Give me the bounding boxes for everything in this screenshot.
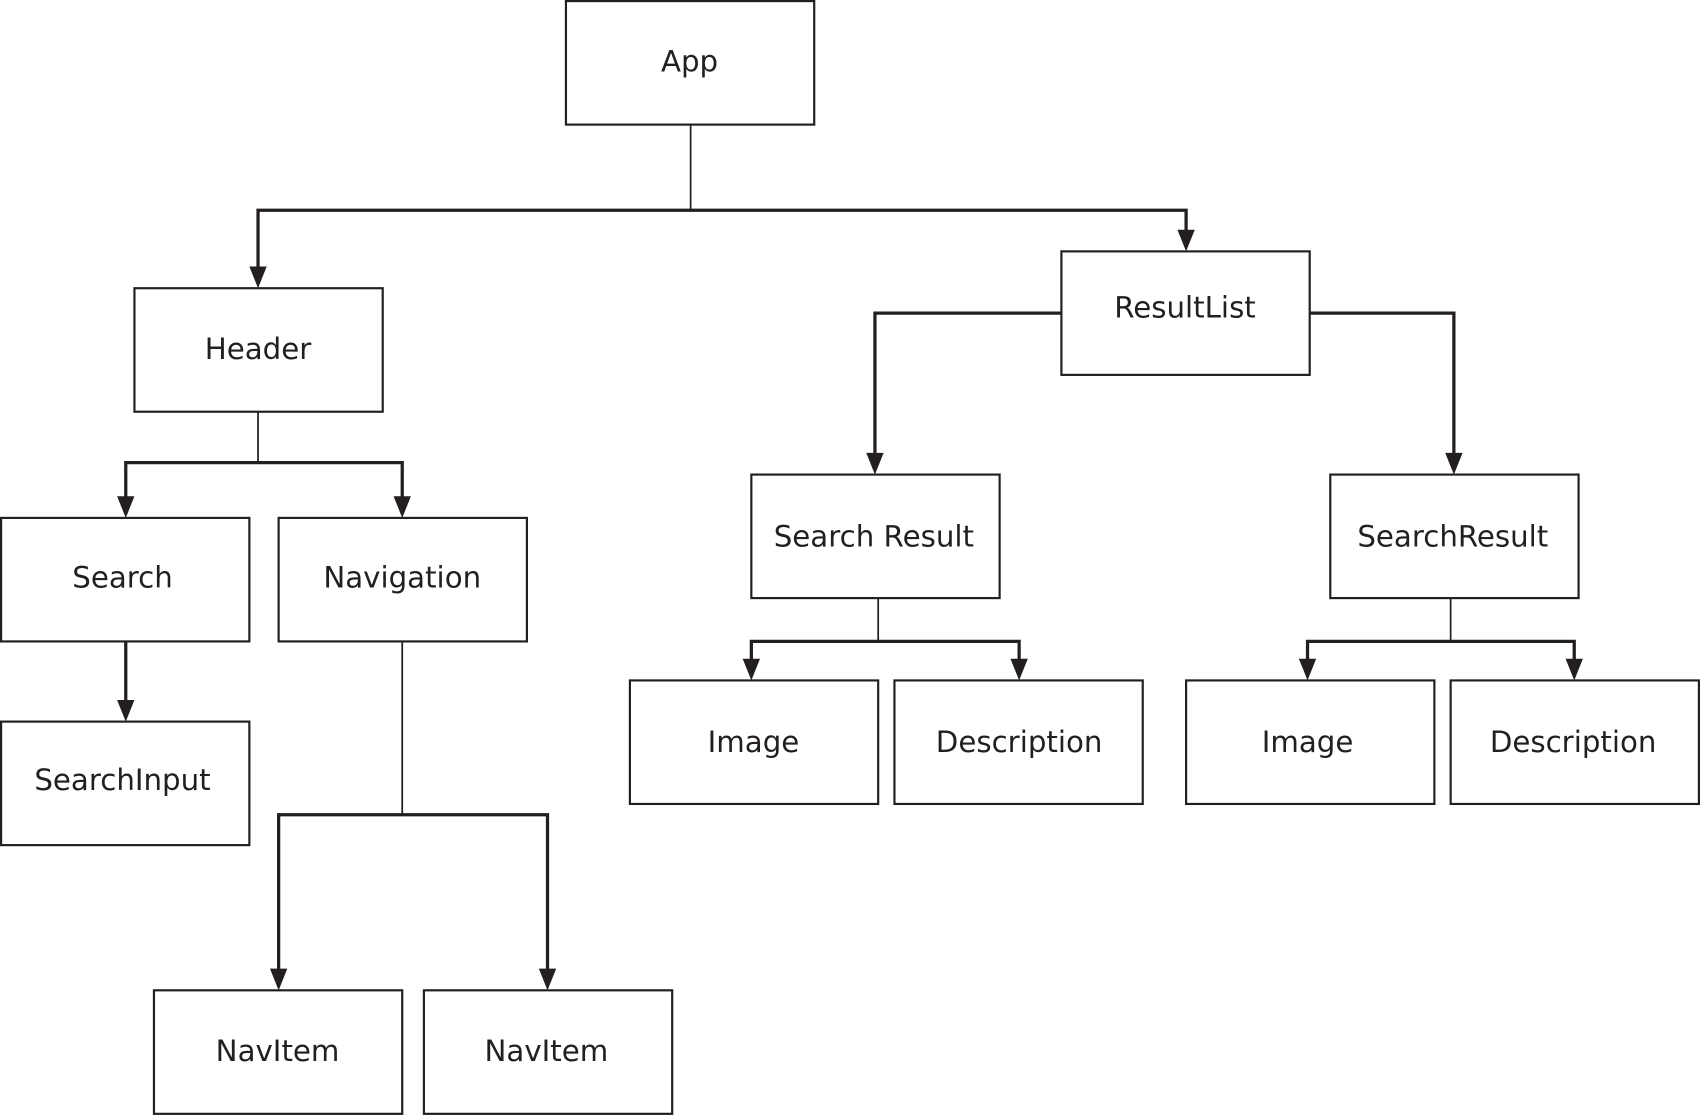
node-resultlist-label: ResultList xyxy=(1114,291,1256,325)
arrowhead-image-1 xyxy=(742,658,761,681)
node-searchresult-2-label: SearchResult xyxy=(1357,519,1548,553)
node-description-1-label: Description xyxy=(936,725,1103,759)
node-search-label: Search xyxy=(72,561,173,595)
node-searchresult-2: SearchResult xyxy=(1329,473,1580,600)
arrowhead-navitem-1 xyxy=(269,968,288,991)
node-navitem-1: NavItem xyxy=(152,989,404,1115)
node-image-2-label: Image xyxy=(1262,725,1354,759)
edge-resultlist-searchresult-1 xyxy=(873,311,1062,460)
arrowhead-resultlist xyxy=(1177,229,1195,252)
arrowhead-searchresult-2 xyxy=(1445,452,1463,475)
arrowhead-searchinput xyxy=(117,699,135,722)
node-description-2: Description xyxy=(1449,679,1700,806)
node-image-1: Image xyxy=(628,679,880,806)
component-tree-diagram: App Header ResultList Search Navigation … xyxy=(0,0,1700,1115)
arrowhead-image-2 xyxy=(1298,658,1317,681)
edge-header-children xyxy=(124,461,404,503)
arrowhead-description-1 xyxy=(1010,658,1028,681)
node-header-label: Header xyxy=(205,332,313,366)
node-resultlist: ResultList xyxy=(1060,250,1311,376)
arrowhead-searchresult-1 xyxy=(866,452,884,475)
arrowhead-navitem-2 xyxy=(538,968,557,991)
node-header: Header xyxy=(133,287,384,413)
node-searchresult-1-label: Search Result xyxy=(774,519,974,553)
edge-navigation-children xyxy=(277,813,550,976)
arrowhead-header xyxy=(249,266,267,289)
node-searchresult-1: Search Result xyxy=(750,473,1001,600)
arrowhead-navigation xyxy=(393,496,411,518)
node-navigation: Navigation xyxy=(277,516,528,643)
node-navitem-2: NavItem xyxy=(422,989,674,1115)
edge-resultlist-searchresult-2 xyxy=(1309,311,1456,460)
node-app: App xyxy=(564,0,816,126)
node-description-2-label: Description xyxy=(1490,725,1657,759)
node-image-2: Image xyxy=(1185,679,1436,806)
node-searchinput-label: SearchInput xyxy=(34,763,210,797)
node-navigation-label: Navigation xyxy=(323,561,481,595)
node-app-label: App xyxy=(661,45,718,79)
arrowhead-search xyxy=(117,496,135,518)
edge-app-children xyxy=(256,208,1188,274)
arrowhead-description-2 xyxy=(1565,658,1583,681)
node-navitem-2-label: NavItem xyxy=(485,1034,609,1068)
node-description-1: Description xyxy=(893,679,1144,806)
edge-searchresult-2-children xyxy=(1305,639,1576,666)
edge-searchresult-1-children xyxy=(749,639,1021,666)
node-search: Search xyxy=(0,516,251,643)
node-image-1-label: Image xyxy=(708,725,800,759)
node-navitem-1-label: NavItem xyxy=(216,1034,340,1068)
node-searchinput: SearchInput xyxy=(0,720,251,847)
